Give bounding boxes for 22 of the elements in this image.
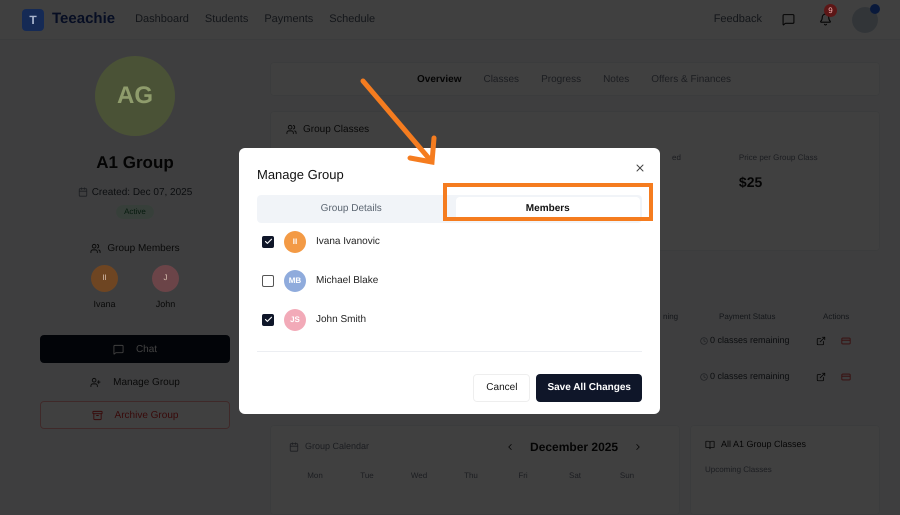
member-avatar: II	[284, 230, 306, 252]
member-avatar: JS	[284, 308, 306, 330]
card-title: All A1 Group Classes	[721, 438, 806, 451]
member-name: Michael Blake	[316, 274, 378, 288]
cancel-button[interactable]: Cancel	[473, 374, 530, 402]
member-name: Ivana Ivanovic	[316, 235, 380, 249]
logo-badge: T	[22, 8, 44, 30]
page-tab[interactable]: Overview	[417, 72, 462, 86]
dialog-tab[interactable]: Group Details	[259, 196, 444, 220]
month-title: December 2025	[530, 439, 618, 456]
member-checkbox[interactable]	[262, 274, 274, 286]
card-title: Group Classes	[303, 123, 370, 137]
group-name: A1 Group	[96, 152, 174, 174]
brand-name: Teeachie	[52, 9, 116, 30]
member-checkbox[interactable]	[262, 236, 274, 248]
member-checkbox[interactable]	[262, 314, 274, 326]
dialog-title: Manage Group	[257, 166, 344, 184]
price-value: $25	[738, 173, 764, 192]
save-button[interactable]: Save All Changes	[536, 374, 642, 402]
member-avatar: MB	[284, 270, 306, 292]
close-button[interactable]	[634, 162, 646, 174]
member-name: John Smith	[316, 313, 366, 327]
